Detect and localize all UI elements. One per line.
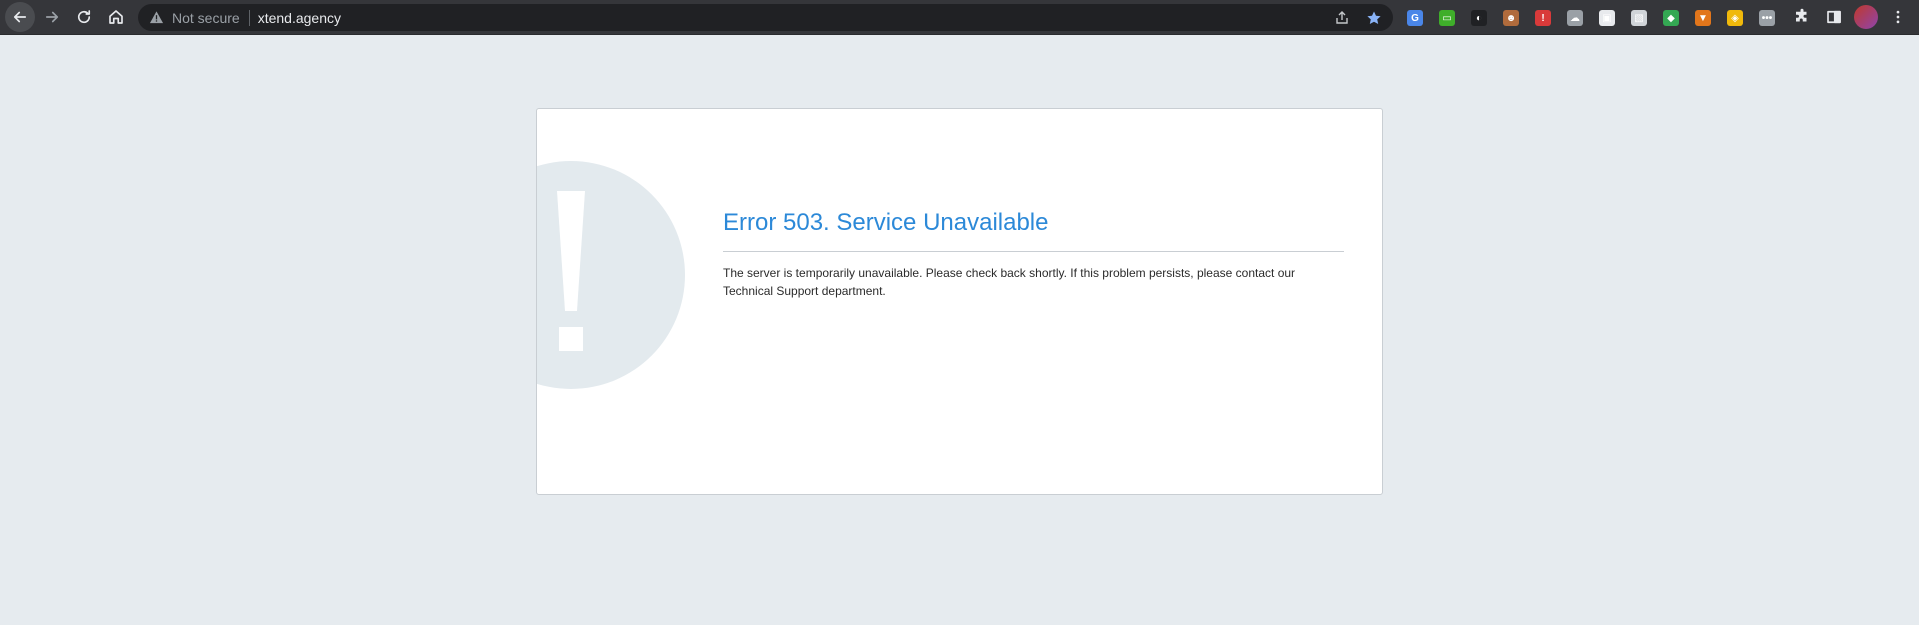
- green-extension-icon[interactable]: ◆: [1660, 7, 1682, 29]
- error-content: Error 503. Service Unavailable The serve…: [723, 209, 1344, 312]
- side-panel-button[interactable]: [1819, 2, 1849, 32]
- green-extension-glyph: ◆: [1663, 10, 1679, 26]
- cube-extension-glyph: ◈: [1727, 10, 1743, 26]
- puzzle-icon: [1796, 8, 1807, 22]
- warning-triangle-icon[interactable]: [148, 10, 164, 26]
- home-icon: [109, 10, 123, 24]
- title-divider: [723, 251, 1344, 252]
- forward-button[interactable]: [37, 2, 67, 32]
- fox-extension-glyph: ▼: [1695, 10, 1711, 26]
- avatar[interactable]: [1854, 5, 1878, 29]
- arrow-left-icon: [13, 11, 27, 23]
- cloud-extension-glyph: ☁: [1567, 10, 1583, 26]
- dots-extension-glyph: •••: [1759, 10, 1775, 26]
- tv-extension-glyph: ▭: [1439, 10, 1455, 26]
- robot-extension-glyph: ▣: [1599, 10, 1615, 26]
- exclamation-icon: [537, 161, 685, 389]
- url-text[interactable]: xtend.agency: [258, 10, 341, 26]
- image-extension-glyph: ▧: [1631, 10, 1647, 26]
- kebab-menu-icon: [1896, 10, 1900, 24]
- cycle-extension-glyph: ◐: [1471, 10, 1487, 26]
- security-status-label[interactable]: Not secure: [172, 10, 240, 26]
- arrow-right-icon: [45, 11, 59, 23]
- mascot-extension-icon[interactable]: ☻: [1500, 7, 1522, 29]
- error-card: Error 503. Service Unavailable The serve…: [536, 108, 1383, 495]
- share-icon[interactable]: [1331, 7, 1353, 29]
- menu-button[interactable]: [1883, 2, 1913, 32]
- cloud-extension-icon[interactable]: ☁: [1564, 7, 1586, 29]
- page-title: Error 503. Service Unavailable: [723, 209, 1049, 236]
- fox-extension-icon[interactable]: ▼: [1692, 7, 1714, 29]
- cycle-extension-icon[interactable]: ◐: [1468, 7, 1490, 29]
- robot-extension-icon[interactable]: ▣: [1596, 7, 1618, 29]
- extensions-button[interactable]: [1787, 2, 1817, 32]
- cube-extension-icon[interactable]: ◈: [1724, 7, 1746, 29]
- reload-icon: [77, 10, 91, 24]
- error-message: The server is temporarily unavailable. P…: [723, 266, 1296, 298]
- browser-toolbar: Not secure xtend.agency G ▭ ◐ ☻! ☁ ▣ ▧ ◆ ▼ ◈ •••: [0, 0, 1919, 35]
- back-button[interactable]: [5, 2, 35, 32]
- side-panel-icon: [1827, 10, 1841, 24]
- extensions-bar: G ▭ ◐ ☻! ☁ ▣ ▧ ◆ ▼ ◈ •••: [1404, 5, 1778, 31]
- home-button[interactable]: [101, 2, 131, 32]
- star-icon[interactable]: [1363, 7, 1385, 29]
- tv-extension-icon[interactable]: ▭: [1436, 7, 1458, 29]
- translate-extension-icon[interactable]: G: [1404, 7, 1426, 29]
- red-shield-extension-glyph: !: [1535, 10, 1551, 26]
- reload-button[interactable]: [69, 2, 99, 32]
- translate-extension-glyph: G: [1407, 10, 1423, 26]
- dots-extension-icon[interactable]: •••: [1756, 7, 1778, 29]
- address-bar[interactable]: Not secure xtend.agency: [138, 4, 1393, 31]
- image-extension-icon[interactable]: ▧: [1628, 7, 1650, 29]
- omnibox-divider: [248, 9, 250, 26]
- mascot-extension-glyph: ☻: [1503, 10, 1519, 26]
- red-shield-extension-icon[interactable]: !: [1532, 7, 1554, 29]
